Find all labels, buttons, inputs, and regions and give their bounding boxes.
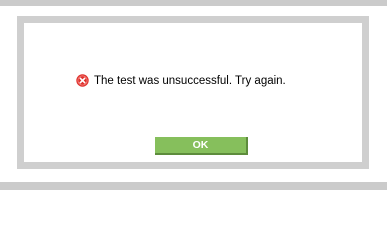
bottom-divider-bar: [0, 182, 387, 190]
ok-button[interactable]: OK: [155, 137, 248, 155]
error-dialog: The test was unsuccessful. Try again. OK: [17, 16, 369, 169]
error-message-row: The test was unsuccessful. Try again.: [76, 74, 286, 87]
top-divider-bar: [0, 0, 387, 6]
error-message-text: The test was unsuccessful. Try again.: [94, 74, 286, 87]
error-icon: [76, 74, 89, 87]
